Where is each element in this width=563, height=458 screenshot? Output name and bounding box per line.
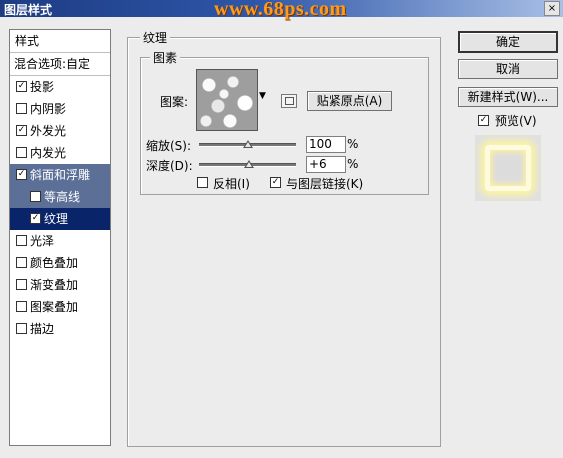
style-item-label: 等高线 xyxy=(44,190,81,204)
window-title: 图层样式 xyxy=(4,3,53,17)
preview-glow-shape xyxy=(485,145,531,191)
scale-unit: % xyxy=(347,137,359,151)
style-item-satin[interactable]: 光泽 xyxy=(10,230,110,252)
style-item-label: 描边 xyxy=(30,322,55,336)
style-item-label: 光泽 xyxy=(30,234,55,248)
invert-checkbox[interactable] xyxy=(197,177,208,188)
style-item-gradient-overlay[interactable]: 渐变叠加 xyxy=(10,274,110,296)
depth-unit: % xyxy=(347,157,359,171)
style-item-label: 混合选项:自定 xyxy=(14,57,91,71)
depth-slider-thumb[interactable] xyxy=(244,160,254,168)
outer-glow-checkbox[interactable]: ✓ xyxy=(16,125,27,136)
scale-label: 缩放(S): xyxy=(146,139,192,153)
style-item-outer-glow[interactable]: ✓ 外发光 xyxy=(10,120,110,142)
style-item-label: 内发光 xyxy=(30,146,67,160)
style-item-contour[interactable]: 等高线 xyxy=(10,186,110,208)
gradient-overlay-checkbox[interactable] xyxy=(16,279,27,290)
inner-shadow-checkbox[interactable] xyxy=(16,103,27,114)
link-with-layer-label: 与图层链接(K) xyxy=(286,177,364,191)
bevel-emboss-checkbox[interactable]: ✓ xyxy=(16,169,27,180)
texture-group-title: 纹理 xyxy=(140,29,171,46)
link-with-layer-checkbox[interactable]: ✓ xyxy=(270,177,281,188)
depth-input[interactable]: +6 xyxy=(306,156,346,173)
ok-button[interactable]: 确定 xyxy=(458,31,558,53)
style-item-label: 颜色叠加 xyxy=(30,256,79,270)
style-list: 样式 混合选项:自定 ✓ 投影 内阴影 ✓ 外发光 内发光 ✓ 斜面和浮雕 等高线 ✓… xyxy=(9,29,111,446)
style-list-header-label: 样式 xyxy=(15,34,40,48)
pattern-swatch[interactable] xyxy=(196,69,258,131)
inner-glow-checkbox[interactable] xyxy=(16,147,27,158)
style-preview xyxy=(475,135,541,201)
satin-checkbox[interactable] xyxy=(16,235,27,246)
preview-checkbox[interactable]: ✓ xyxy=(478,115,489,126)
stroke-checkbox[interactable] xyxy=(16,323,27,334)
preview-label: 预览(V) xyxy=(495,114,537,128)
style-item-stroke[interactable]: 描边 xyxy=(10,318,110,340)
style-item-texture[interactable]: ✓ 纹理 xyxy=(10,208,110,230)
style-item-label: 投影 xyxy=(30,80,55,94)
drop-shadow-checkbox[interactable]: ✓ xyxy=(16,81,27,92)
new-style-button[interactable]: 新建样式(W)... xyxy=(458,87,558,107)
elements-group-title: 图素 xyxy=(150,49,181,66)
pattern-label: 图案: xyxy=(160,95,189,109)
style-item-inner-glow[interactable]: 内发光 xyxy=(10,142,110,164)
style-item-label: 斜面和浮雕 xyxy=(30,168,91,182)
contour-checkbox[interactable] xyxy=(30,191,41,202)
style-item-label: 内阴影 xyxy=(30,102,67,116)
scale-slider-thumb[interactable] xyxy=(243,140,253,148)
watermark-text: www.68ps.com xyxy=(214,0,347,20)
pattern-overlay-checkbox[interactable] xyxy=(16,301,27,312)
new-preset-icon[interactable] xyxy=(281,94,297,108)
cancel-button[interactable]: 取消 xyxy=(458,59,558,79)
new-preset-glyph xyxy=(285,97,294,105)
style-item-color-overlay[interactable]: 颜色叠加 xyxy=(10,252,110,274)
close-button[interactable]: × xyxy=(544,1,560,16)
texture-checkbox[interactable]: ✓ xyxy=(30,213,41,224)
style-item-blending-options[interactable]: 混合选项:自定 xyxy=(10,53,110,76)
style-item-label: 外发光 xyxy=(30,124,67,138)
style-item-inner-shadow[interactable]: 内阴影 xyxy=(10,98,110,120)
elements-group xyxy=(140,57,429,195)
style-item-label: 渐变叠加 xyxy=(30,278,79,292)
color-overlay-checkbox[interactable] xyxy=(16,257,27,268)
style-item-drop-shadow[interactable]: ✓ 投影 xyxy=(10,76,110,98)
title-bar: 图层样式 www.68ps.com × xyxy=(0,0,563,20)
invert-label: 反相(I) xyxy=(213,177,250,191)
style-item-bevel-emboss[interactable]: ✓ 斜面和浮雕 xyxy=(10,164,110,186)
scale-input[interactable]: 100 xyxy=(306,136,346,153)
style-list-header: 样式 xyxy=(10,30,110,53)
pattern-dropdown-arrow-icon[interactable]: ▼ xyxy=(259,91,266,101)
depth-label: 深度(D): xyxy=(146,159,193,173)
style-item-label: 纹理 xyxy=(44,212,69,226)
style-item-label: 图案叠加 xyxy=(30,300,79,314)
snap-to-origin-button[interactable]: 贴紧原点(A) xyxy=(307,91,392,111)
style-item-pattern-overlay[interactable]: 图案叠加 xyxy=(10,296,110,318)
